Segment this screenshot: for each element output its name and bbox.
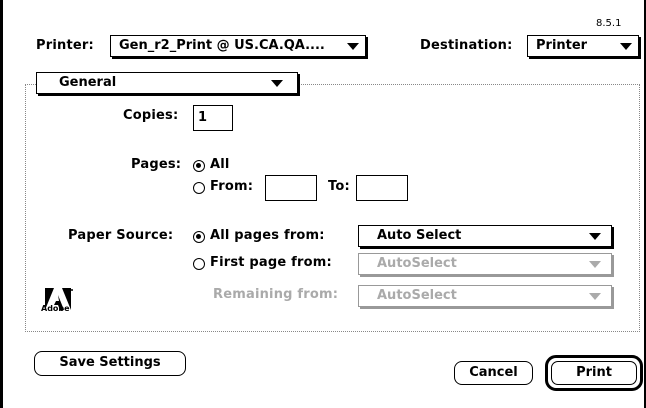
pages-to-label: To: <box>328 179 350 194</box>
remaining-from-popup[interactable]: AutoSelect <box>358 285 612 307</box>
first-page-from-value: AutoSelect <box>377 256 457 271</box>
triangle-down-icon <box>620 43 632 50</box>
triangle-down-icon <box>589 261 601 268</box>
pages-to-field[interactable] <box>356 175 408 201</box>
printer-popup-value: Gen_r2_Print @ US.CA.QA.... <box>119 38 325 53</box>
print-dialog: 8.5.1 Printer: Gen_r2_Print @ US.CA.QA..… <box>0 0 646 408</box>
panel-popup[interactable]: General <box>36 72 298 94</box>
panel-popup-value: General <box>59 75 117 90</box>
first-page-from-popup[interactable]: AutoSelect <box>358 253 612 275</box>
paper-source-label: Paper Source: <box>68 228 174 243</box>
save-settings-button[interactable]: Save Settings <box>34 351 186 376</box>
all-pages-from-radio[interactable] <box>193 231 205 243</box>
remaining-from-label: Remaining from: <box>213 287 339 302</box>
first-page-from-radio[interactable] <box>193 258 205 270</box>
adobe-logo-text: Adobe <box>41 304 70 313</box>
destination-popup[interactable]: Printer <box>527 35 639 57</box>
copies-label: Copies: <box>123 108 179 123</box>
pages-label: Pages: <box>131 157 182 172</box>
triangle-down-icon <box>589 233 601 240</box>
triangle-down-icon <box>271 80 283 87</box>
all-pages-from-label: All pages from: <box>210 228 325 243</box>
all-pages-from-popup[interactable]: Auto Select <box>358 225 612 247</box>
copies-field[interactable]: 1 <box>193 105 233 131</box>
all-pages-from-value: Auto Select <box>377 228 462 243</box>
printer-popup[interactable]: Gen_r2_Print @ US.CA.QA.... <box>110 35 366 57</box>
triangle-down-icon <box>347 43 359 50</box>
print-button-label: Print <box>551 361 637 385</box>
pages-from-field[interactable] <box>265 175 317 201</box>
version-label: 8.5.1 <box>596 18 622 29</box>
cancel-button[interactable]: Cancel <box>454 361 533 385</box>
printer-label: Printer: <box>36 38 94 53</box>
print-button[interactable]: Print <box>545 355 643 391</box>
destination-popup-value: Printer <box>536 38 588 53</box>
first-page-from-label: First page from: <box>210 255 332 270</box>
triangle-down-icon <box>589 293 601 300</box>
pages-all-label: All <box>210 157 230 172</box>
destination-label: Destination: <box>420 38 513 53</box>
pages-from-label: From: <box>210 179 254 194</box>
remaining-from-value: AutoSelect <box>377 288 457 303</box>
pages-all-radio[interactable] <box>193 160 205 172</box>
pages-from-radio[interactable] <box>193 182 205 194</box>
